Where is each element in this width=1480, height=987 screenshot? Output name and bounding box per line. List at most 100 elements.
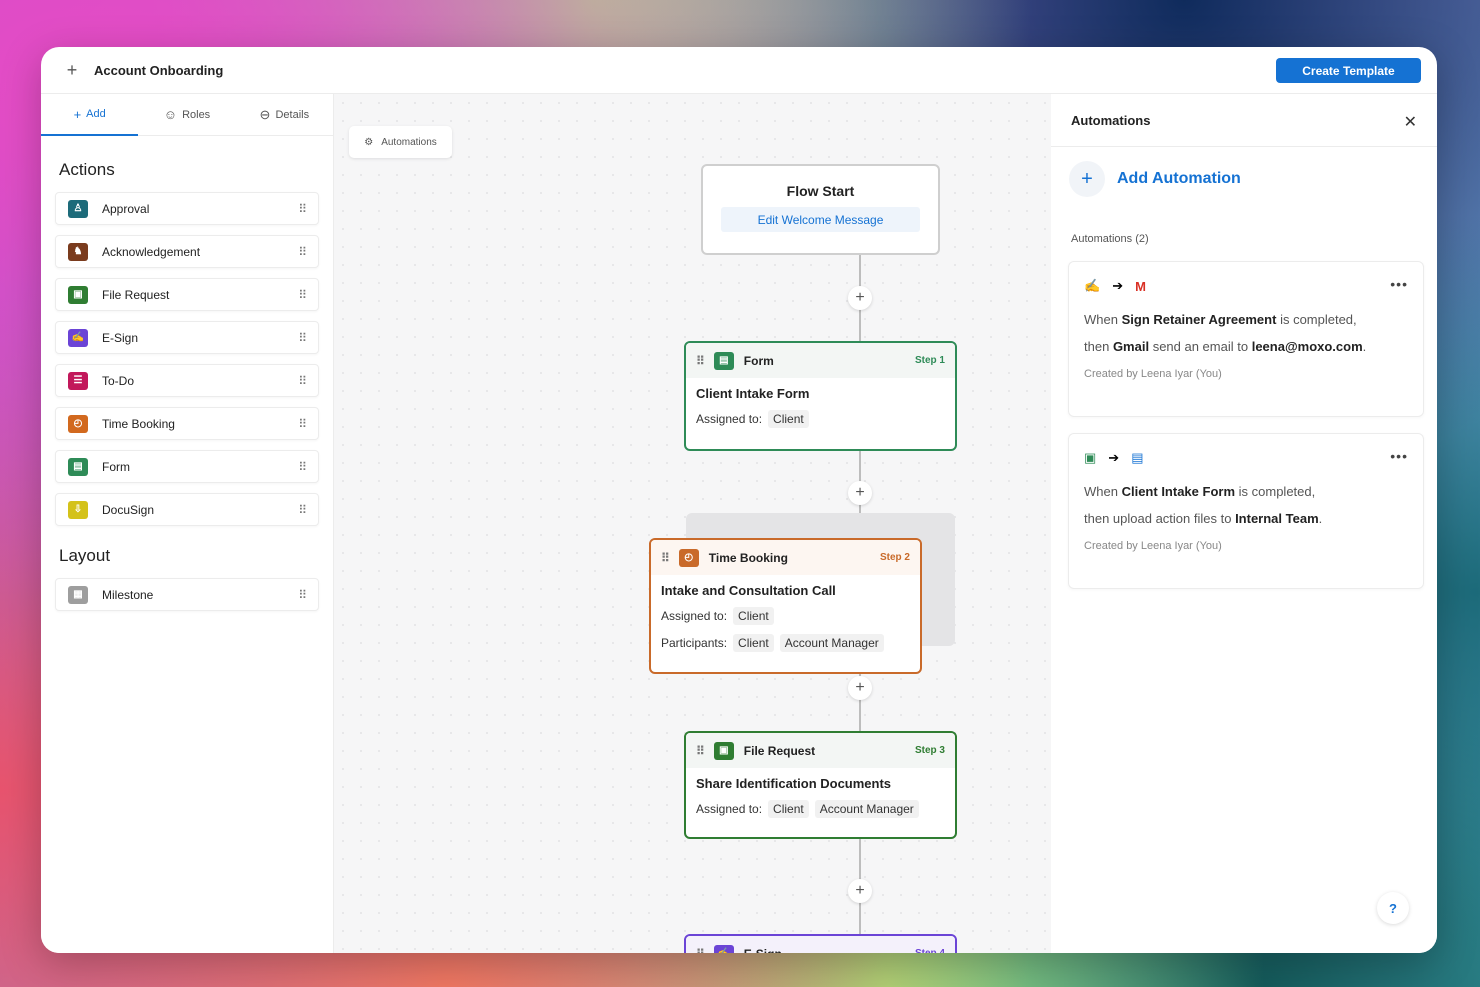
role-chip: Client xyxy=(768,800,809,818)
add-step-button[interactable]: + xyxy=(848,286,872,310)
action-icon: ▣ xyxy=(68,285,88,304)
flow-canvas[interactable]: ⚙ Automations + Flow Start Edit Welcome … xyxy=(334,94,1051,953)
sidebar: + Add ☺ Roles ⊖ Details Actions ♙ Approval ⠿ ♞… xyxy=(41,94,334,953)
close-icon[interactable]: ✕ xyxy=(1404,112,1417,132)
assigned-row: Assigned to: Client xyxy=(696,410,955,428)
action-icon: ♙ xyxy=(68,199,88,218)
step-name: Intake and Consultation Call xyxy=(661,583,836,598)
file-icon: ▤ xyxy=(1131,450,1144,465)
created-by: Created by Leena Iyar (You) xyxy=(1084,540,1222,552)
add-automation-button[interactable]: + Add Automation xyxy=(1069,161,1437,197)
action-item-acknowledgement[interactable]: ♞ Acknowledgement ⠿ xyxy=(55,235,319,268)
action-icon: ▤ xyxy=(68,457,88,476)
drag-handle-icon[interactable]: ⠿ xyxy=(661,551,670,565)
flow-step-card[interactable]: ⠿ ▣ File Request Step 3 Share Identification… xyxy=(684,731,957,839)
role-chip: Client xyxy=(768,410,809,428)
more-options-icon[interactable]: ••• xyxy=(1390,448,1408,464)
action-icon: ⇩ xyxy=(68,500,88,519)
role-chip: Client xyxy=(733,634,774,652)
drag-handle-icon[interactable]: ⠿ xyxy=(298,331,307,345)
participants-row: Participants: Client Account Manager xyxy=(661,634,920,652)
drag-handle-icon[interactable]: ⠿ xyxy=(298,417,307,431)
step-type-icon: ✍ xyxy=(713,944,734,953)
drag-handle-icon[interactable]: ⠿ xyxy=(298,374,307,388)
create-template-button[interactable]: Create Template xyxy=(1276,58,1421,83)
arrow-right-icon: ➔ xyxy=(1108,450,1120,465)
automations-count: Automations (2) xyxy=(1071,233,1149,245)
esign-icon: ✍ xyxy=(1084,278,1101,293)
tab-add[interactable]: + Add xyxy=(41,94,139,136)
page-title: Account Onboarding xyxy=(94,62,224,78)
add-step-button[interactable]: + xyxy=(848,481,872,505)
action-item-file-request[interactable]: ▣ File Request ⠿ xyxy=(55,278,319,311)
top-bar: + Account Onboarding Create Template xyxy=(41,47,1437,94)
role-chip: Account Manager xyxy=(814,800,919,818)
automation-description: When Sign Retainer Agreement is complete… xyxy=(1084,312,1367,354)
step-type-icon: ▣ xyxy=(713,741,734,760)
edit-welcome-message-button[interactable]: Edit Welcome Message xyxy=(721,207,920,232)
add-step-button[interactable]: + xyxy=(848,879,872,903)
flow-step-card[interactable]: ⠿✍E-SignStep 4Sign Retainer Agreement xyxy=(684,934,957,953)
automation-description: When Client Intake Form is completed, th… xyxy=(1084,484,1323,526)
step-number: Step 3 xyxy=(914,745,945,756)
details-icon: ⊖ xyxy=(259,106,271,122)
step-type: E-Sign xyxy=(744,947,782,954)
robot-icon: ⚙ xyxy=(364,136,374,148)
created-by: Created by Leena Iyar (You) xyxy=(1084,368,1222,380)
drag-handle-icon[interactable]: ⠿ xyxy=(298,288,307,302)
more-options-icon[interactable]: ••• xyxy=(1390,276,1408,292)
add-step-button[interactable]: + xyxy=(848,676,872,700)
drag-handle-icon[interactable]: ⠿ xyxy=(696,947,705,954)
drag-handle-icon[interactable]: ⠿ xyxy=(696,744,705,758)
actions-heading: Actions xyxy=(59,160,115,179)
form-icon: ▣ xyxy=(1084,450,1097,465)
action-item-to-do[interactable]: ☰ To-Do ⠿ xyxy=(55,364,319,397)
layout-item-milestone[interactable]: ▦ Milestone ⠿ xyxy=(55,578,319,611)
gmail-icon: M xyxy=(1135,278,1146,294)
role-chip: Client xyxy=(733,607,774,625)
action-icon: ✍ xyxy=(68,328,88,347)
automations-chip[interactable]: ⚙ Automations xyxy=(349,126,452,158)
plus-icon: + xyxy=(1069,161,1105,197)
drag-handle-icon[interactable]: ⠿ xyxy=(298,588,307,602)
drag-handle-icon[interactable]: ⠿ xyxy=(696,354,705,368)
automations-panel: Automations ✕ + Add Automation Automatio… xyxy=(1051,94,1437,953)
app-window: + Account Onboarding Create Template + Ad… xyxy=(41,47,1437,953)
step-type-icon: ▤ xyxy=(713,351,734,370)
plus-icon: + xyxy=(73,106,82,122)
drag-handle-icon[interactable]: ⠿ xyxy=(298,202,307,216)
action-icon: ♞ xyxy=(68,242,88,261)
tab-details[interactable]: ⊖ Details xyxy=(236,94,333,135)
sidebar-tabs: + Add ☺ Roles ⊖ Details xyxy=(41,94,333,136)
automation-card[interactable]: ✍ ➔ M ••• When Sign Retainer Agreement i… xyxy=(1068,261,1424,417)
step-name: Client Intake Form xyxy=(696,386,810,401)
automations-panel-title: Automations xyxy=(1051,94,1437,147)
action-icon: ☰ xyxy=(68,371,88,390)
help-button[interactable]: ? xyxy=(1377,892,1409,924)
action-item-e-sign[interactable]: ✍ E-Sign ⠿ xyxy=(55,321,319,354)
flow-step-card[interactable]: ⠿ ◴ Time Booking Step 2 Intake and Consultat… xyxy=(649,538,922,674)
step-number: Step 1 xyxy=(914,355,945,366)
flow-step-card[interactable]: ⠿ ▤ Form Step 1 Client Intake Form Assigned t… xyxy=(684,341,957,451)
tab-roles[interactable]: ☺ Roles xyxy=(138,94,235,135)
role-chip: Account Manager xyxy=(779,634,884,652)
user-circle-icon: ☺ xyxy=(163,107,178,122)
action-icon: ◴ xyxy=(68,414,88,433)
plus-icon[interactable]: + xyxy=(63,60,81,81)
step-type: File Request xyxy=(743,743,816,758)
flow-start-title: Flow Start xyxy=(786,183,855,199)
drag-handle-icon[interactable]: ⠿ xyxy=(298,503,307,517)
drag-handle-icon[interactable]: ⠿ xyxy=(298,460,307,474)
automation-card[interactable]: ▣ ➔ ▤ ••• When Client Intake Form is com… xyxy=(1068,433,1424,589)
assigned-row: Assigned to: Client xyxy=(661,607,920,625)
action-item-time-booking[interactable]: ◴ Time Booking ⠿ xyxy=(55,407,319,440)
step-number: Step 4 xyxy=(915,948,945,953)
action-item-approval[interactable]: ♙ Approval ⠿ xyxy=(55,192,319,225)
step-type: Time Booking xyxy=(708,550,788,565)
action-item-docusign[interactable]: ⇩ DocuSign ⠿ xyxy=(55,493,319,526)
step-name: Share Identification Documents xyxy=(696,776,892,791)
drag-handle-icon[interactable]: ⠿ xyxy=(298,245,307,259)
flow-start-card[interactable]: Flow Start Edit Welcome Message xyxy=(701,164,940,255)
milestone-icon: ▦ xyxy=(68,585,88,604)
action-item-form[interactable]: ▤ Form ⠿ xyxy=(55,450,319,483)
